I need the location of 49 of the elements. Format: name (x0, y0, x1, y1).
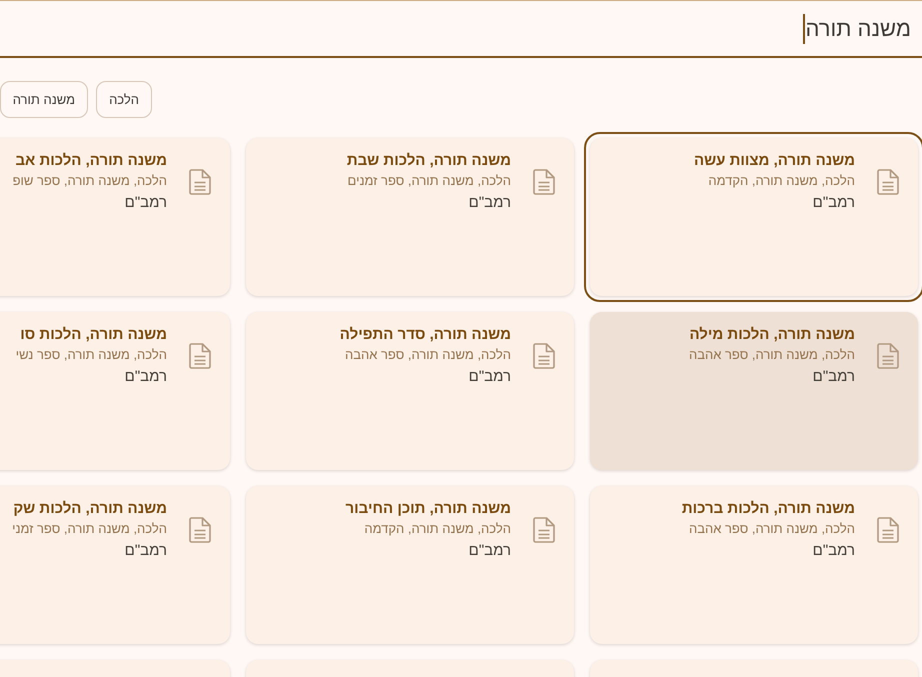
document-icon (877, 169, 899, 195)
filter-chip[interactable]: הלכה (96, 81, 152, 118)
filter-chip[interactable]: משנה תורה (0, 81, 88, 118)
card-author: רמב"ם (812, 193, 855, 213)
result-card[interactable]: משנה תורה, תוכן החיבור הלכה, משנה תורה, הקדמה רמב"ם (246, 486, 574, 644)
card-author: רמב"ם (468, 193, 511, 213)
result-card[interactable]: משנה תורה, הלכות מילה הלכה, משנה תורה, ספר אהבה רמב"ם (590, 312, 918, 470)
card-categories: הלכה, משנה תורה, ספר אהבה (688, 520, 855, 538)
card-title: משנה תורה, סדר התפילה (340, 325, 511, 345)
card-title: משנה תורה, הלכות מילה (689, 325, 855, 345)
card-title: משנה תורה, הלכות אב (15, 151, 167, 171)
document-icon (877, 343, 899, 369)
text-cursor-icon (803, 14, 806, 44)
card-title: משנה תורה, תוכן החיבור (346, 499, 511, 519)
card-categories: הלכה, משנה תורה, ספר נשי (16, 346, 167, 364)
card-title: משנה תורה, הלכות סו (20, 325, 167, 345)
result-card[interactable]: משנה תורה, הלכות שק הלכה, משנה תורה, ספר זמני רמב"ם (0, 486, 230, 644)
card-author: רמב"ם (124, 541, 167, 561)
card-categories: הלכה, משנה תורה, ספר אהבה (688, 346, 855, 364)
card-title: משנה תורה, הלכות ברכות (682, 499, 855, 519)
result-card[interactable]: משנה תורה, סדר התפילה הלכה, משנה תורה, ספר אהבה רמב"ם (246, 312, 574, 470)
result-card[interactable]: משנה תורה, הלכות ברכות הלכה, משנה תורה, ספר אהבה רמב"ם (590, 486, 918, 644)
result-card[interactable]: משנה תורה, מצוות עשה הלכה, משנה תורה, הקדמה רמב"ם (584, 132, 922, 302)
card-categories: הלכה, משנה תורה, ספר זמנים (348, 172, 511, 190)
document-icon (189, 517, 211, 543)
document-icon (189, 169, 211, 195)
card-author: רמב"ם (124, 193, 167, 213)
card-categories: הלכה, משנה תורה, ספר אהבה (344, 346, 511, 364)
card-author: רמב"ם (812, 541, 855, 561)
card-author: רמב"ם (468, 541, 511, 561)
card-title: משנה תורה, מצוות עשה (694, 151, 855, 171)
document-icon (533, 343, 555, 369)
document-icon (533, 517, 555, 543)
result-card[interactable]: משנה תורה, הלכות סו הלכה, משנה תורה, ספר נשי רמב"ם (0, 312, 230, 470)
result-card[interactable]: משנה תורה, הלכות אב הלכה, משנה תורה, ספר שופ רמב"ם (0, 138, 230, 296)
card-author: רמב"ם (124, 367, 167, 387)
card-author: רמב"ם (468, 367, 511, 387)
card-author: רמב"ם (812, 367, 855, 387)
document-icon (877, 517, 899, 543)
search-field[interactable]: משנה תורה (0, 0, 922, 58)
card-categories: הלכה, משנה תורה, הקדמה (364, 520, 511, 538)
card-title: משנה תורה, הלכות שבת (346, 151, 511, 171)
card-categories: הלכה, משנה תורה, ספר זמני (12, 520, 167, 538)
result-card[interactable]: משנה תורה, הלכות שבת הלכה, משנה תורה, ספר זמנים רמב"ם (246, 138, 574, 296)
document-icon (533, 169, 555, 195)
card-categories: הלכה, משנה תורה, הקדמה (708, 172, 855, 190)
document-icon (189, 343, 211, 369)
card-title: משנה תורה, הלכות שק (13, 499, 167, 519)
card-categories: הלכה, משנה תורה, ספר שופ (12, 172, 167, 190)
